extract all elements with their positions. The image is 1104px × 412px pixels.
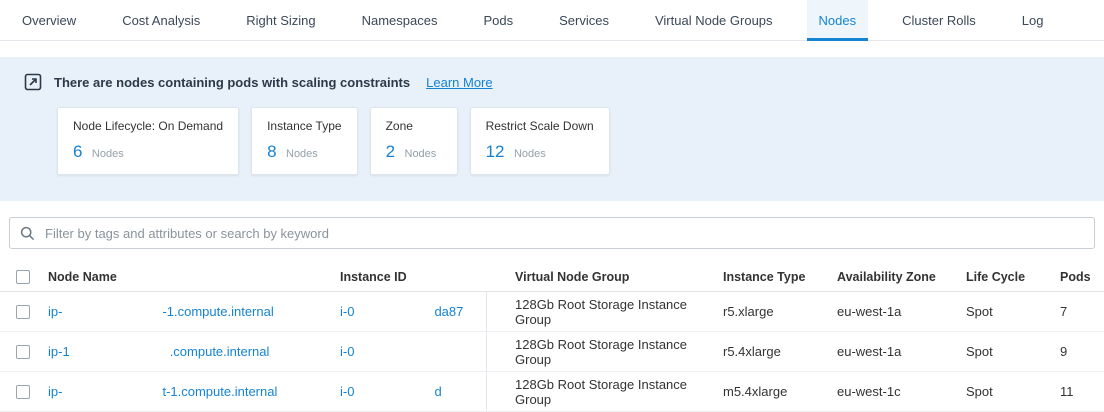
availability-zone-cell: eu-west-1a bbox=[837, 304, 966, 319]
col-header-node-name: Node Name bbox=[48, 270, 340, 284]
life-cycle-cell: Spot bbox=[966, 304, 1060, 319]
card-unit: Nodes bbox=[514, 148, 546, 160]
col-header-pods: Pods bbox=[1060, 270, 1104, 284]
constraint-cards: Node Lifecycle: On Demand 6 Nodes Instan… bbox=[57, 107, 1104, 175]
banner-message: There are nodes containing pods with sca… bbox=[54, 75, 410, 90]
scaling-constraints-banner: There are nodes containing pods with sca… bbox=[0, 57, 1104, 201]
tab-log[interactable]: Log bbox=[1010, 0, 1056, 40]
card-node-lifecycle[interactable]: Node Lifecycle: On Demand 6 Nodes bbox=[57, 107, 239, 175]
col-header-instance-id: Instance ID bbox=[340, 262, 487, 291]
pods-cell: 7 bbox=[1060, 304, 1104, 319]
table-header: Node Name Instance ID Virtual Node Group… bbox=[0, 262, 1104, 292]
life-cycle-cell: Spot bbox=[966, 384, 1060, 399]
col-header-life-cycle: Life Cycle bbox=[966, 270, 1060, 284]
availability-zone-cell: eu-west-1a bbox=[837, 344, 966, 359]
search-icon bbox=[20, 226, 35, 241]
card-count: 6 bbox=[73, 142, 82, 161]
table-row: ip--1.compute.internal i-0da87 128Gb Roo… bbox=[0, 292, 1104, 332]
virtual-node-group-cell: 128Gb Root Storage Instance Group bbox=[487, 337, 723, 367]
pods-cell: 11 bbox=[1060, 384, 1104, 399]
card-label: Zone bbox=[386, 119, 442, 133]
tab-namespaces[interactable]: Namespaces bbox=[350, 0, 450, 40]
nodes-table: Node Name Instance ID Virtual Node Group… bbox=[0, 262, 1104, 412]
instance-id-link[interactable]: i-0da87 bbox=[340, 304, 463, 319]
node-name-link[interactable]: ip-1.compute.internal bbox=[48, 344, 269, 359]
tab-services[interactable]: Services bbox=[547, 0, 621, 40]
filter-search-bar[interactable] bbox=[9, 217, 1095, 249]
table-row: ip-t-1.compute.internal i-0d 128Gb Root … bbox=[0, 372, 1104, 412]
card-label: Restrict Scale Down bbox=[486, 119, 594, 133]
instance-id-link[interactable]: i-0 bbox=[340, 344, 434, 359]
card-label: Node Lifecycle: On Demand bbox=[73, 119, 223, 133]
instance-type-cell: r5.xlarge bbox=[723, 304, 837, 319]
tab-right-sizing[interactable]: Right Sizing bbox=[234, 0, 327, 40]
col-header-availability-zone: Availability Zone bbox=[837, 270, 966, 284]
virtual-node-group-cell: 128Gb Root Storage Instance Group bbox=[487, 297, 723, 327]
tab-virtual-node-groups[interactable]: Virtual Node Groups bbox=[643, 0, 785, 40]
tab-cost-analysis[interactable]: Cost Analysis bbox=[110, 0, 212, 40]
card-zone[interactable]: Zone 2 Nodes bbox=[370, 107, 458, 175]
learn-more-link[interactable]: Learn More bbox=[426, 75, 492, 90]
card-unit: Nodes bbox=[286, 148, 318, 160]
card-count: 12 bbox=[486, 142, 505, 161]
tab-cluster-rolls[interactable]: Cluster Rolls bbox=[890, 0, 988, 40]
instance-type-cell: r5.4xlarge bbox=[723, 344, 837, 359]
tab-nodes[interactable]: Nodes bbox=[807, 0, 869, 40]
scaling-constraint-icon bbox=[24, 73, 42, 91]
col-header-instance-type: Instance Type bbox=[723, 270, 837, 284]
life-cycle-cell: Spot bbox=[966, 344, 1060, 359]
card-count: 2 bbox=[386, 142, 395, 161]
node-name-link[interactable]: ip-t-1.compute.internal bbox=[48, 384, 277, 399]
row-checkbox[interactable] bbox=[16, 305, 30, 319]
instance-type-cell: m5.4xlarge bbox=[723, 384, 837, 399]
table-row: ip-1.compute.internal i-0 128Gb Root Sto… bbox=[0, 332, 1104, 372]
search-input[interactable] bbox=[43, 225, 1084, 242]
card-label: Instance Type bbox=[267, 119, 342, 133]
card-unit: Nodes bbox=[405, 148, 437, 160]
availability-zone-cell: eu-west-1c bbox=[837, 384, 966, 399]
card-restrict-scale-down[interactable]: Restrict Scale Down 12 Nodes bbox=[470, 107, 610, 175]
tab-pods[interactable]: Pods bbox=[471, 0, 525, 40]
pods-cell: 9 bbox=[1060, 344, 1104, 359]
select-all-checkbox[interactable] bbox=[16, 270, 30, 284]
row-checkbox[interactable] bbox=[16, 385, 30, 399]
card-unit: Nodes bbox=[92, 148, 124, 160]
col-header-virtual-node-group: Virtual Node Group bbox=[487, 270, 723, 284]
tab-bar: Overview Cost Analysis Right Sizing Name… bbox=[0, 0, 1104, 41]
instance-id-link[interactable]: i-0d bbox=[340, 384, 442, 399]
card-instance-type[interactable]: Instance Type 8 Nodes bbox=[251, 107, 358, 175]
card-count: 8 bbox=[267, 142, 276, 161]
row-checkbox[interactable] bbox=[16, 345, 30, 359]
node-name-link[interactable]: ip--1.compute.internal bbox=[48, 304, 274, 319]
tab-overview[interactable]: Overview bbox=[10, 0, 88, 40]
virtual-node-group-cell: 128Gb Root Storage Instance Group bbox=[487, 377, 723, 407]
